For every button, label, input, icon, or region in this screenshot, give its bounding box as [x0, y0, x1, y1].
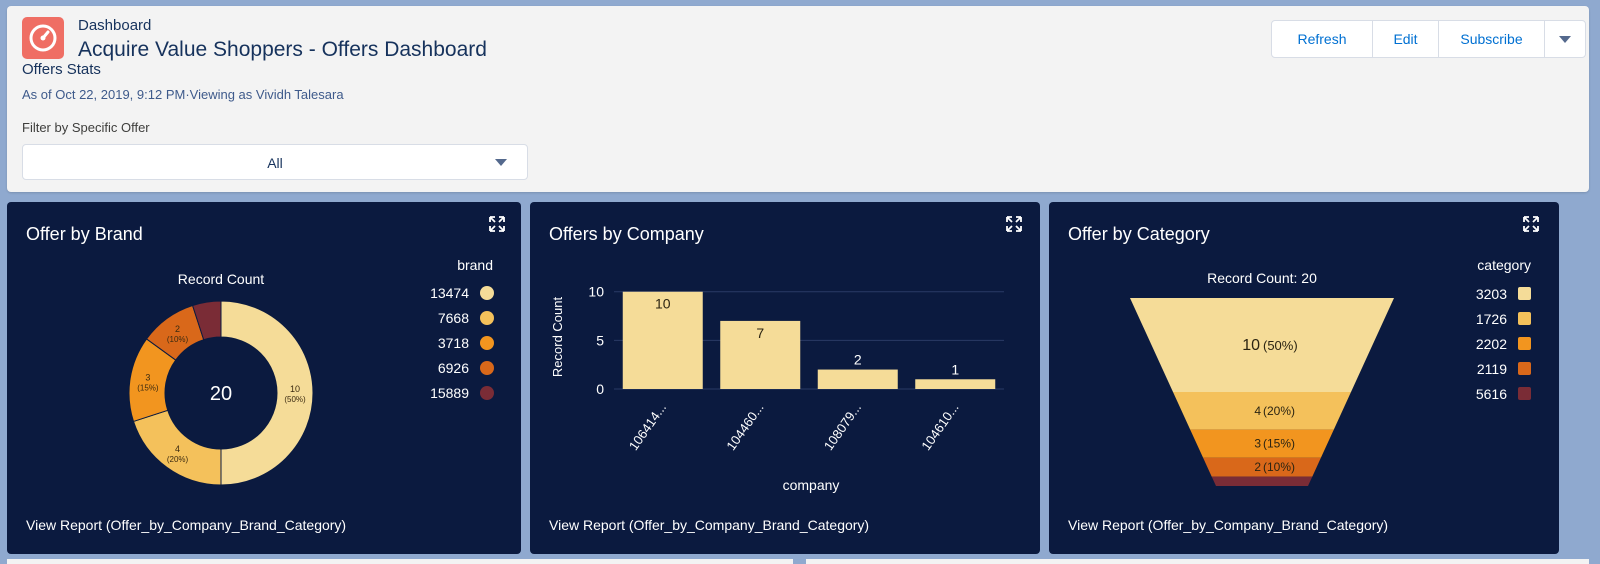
bar-value-label: 7: [756, 325, 764, 341]
legend-swatch: [1518, 312, 1531, 325]
as-of-timestamp: As of Oct 22, 2019, 9:12 PM·Viewing as V…: [22, 87, 344, 102]
funnel-segment: [1190, 429, 1334, 458]
next-row-panel: [806, 559, 1589, 564]
segment-percent-label: (15%): [1263, 437, 1295, 451]
refresh-button[interactable]: Refresh: [1272, 21, 1373, 57]
chevron-down-icon: [1559, 36, 1571, 43]
bar-value-label: 2: [854, 352, 862, 368]
legend-label: 2202: [1476, 336, 1507, 352]
page-type-label: Dashboard: [78, 17, 152, 34]
company-bar-chart: 0 5 10 Record Count 10 106414... 7 104460... 2 10…: [550, 284, 1004, 493]
view-report-link[interactable]: View Report (Offer_by_Company_Brand_Cate…: [26, 517, 346, 533]
x-tick-label: 108079...: [821, 400, 864, 453]
slice-value-label: 4: [175, 444, 180, 454]
offer-by-brand-panel: Offer by Brand Record Count 10 (50%) 4 (20%)…: [7, 202, 521, 554]
dashboard-gauge-icon: [22, 17, 64, 59]
next-row-panel: [7, 559, 793, 564]
funnel-segment: [1203, 457, 1321, 477]
legend-swatch: [480, 336, 494, 350]
legend-swatch: [1518, 287, 1531, 300]
slice-percent-label: (10%): [167, 335, 189, 344]
legend-title: brand: [457, 257, 493, 273]
segment-value-label: 10: [1242, 337, 1260, 354]
funnel-segment: [1130, 298, 1394, 392]
bar: [915, 379, 996, 389]
legend-label: 13474: [430, 285, 469, 301]
header-button-group: Refresh Edit Subscribe: [1271, 20, 1586, 58]
offer-filter-select[interactable]: All: [22, 144, 528, 180]
page-title: Acquire Value Shoppers - Offers Dashboar…: [78, 38, 487, 61]
x-axis-label: company: [783, 477, 840, 493]
y-tick-label: 0: [596, 381, 604, 397]
view-report-link[interactable]: View Report (Offer_by_Company_Brand_Cate…: [1068, 517, 1388, 533]
legend-swatch: [480, 311, 494, 325]
legend-swatch: [480, 361, 494, 375]
x-tick-label: 104610...: [918, 400, 961, 453]
offers-by-company-panel: Offers by Company 0 5 10 Record Count 10 1064…: [530, 202, 1040, 554]
legend-label: 5616: [1476, 386, 1507, 402]
view-report-link[interactable]: View Report (Offer_by_Company_Brand_Cate…: [549, 517, 869, 533]
segment-value-label: 3: [1254, 437, 1261, 451]
funnel-segment: [1173, 392, 1351, 430]
more-actions-button[interactable]: [1545, 21, 1585, 57]
filter-selected-value: All: [267, 155, 283, 171]
slice-value-label: 3: [145, 372, 150, 382]
legend-label: 6926: [438, 360, 469, 376]
legend-label: 15889: [430, 385, 469, 401]
funnel-segment: [1211, 476, 1313, 486]
slice-percent-label: (15%): [137, 383, 159, 392]
bar-value-label: 1: [951, 361, 959, 377]
x-tick-label: 106414...: [626, 400, 669, 453]
bar: [817, 369, 898, 389]
category-funnel-chart: Record Count: 20 10 (50%) 4 (20%) 3 (15%)2 (10%…: [1130, 257, 1531, 486]
segment-percent-label: (50%): [1263, 338, 1298, 353]
legend-label: 3203: [1476, 286, 1507, 302]
offer-by-category-panel: Offer by Category Record Count: 20 10 (50%…: [1049, 202, 1559, 554]
y-axis-label: Record Count: [550, 297, 565, 378]
legend-label: 1726: [1476, 311, 1507, 327]
chart-title: Record Count: [178, 271, 264, 287]
slice-value-label: 2: [175, 324, 180, 334]
x-tick-label: 104460...: [723, 400, 766, 453]
legend-swatch: [1518, 337, 1531, 350]
edit-button[interactable]: Edit: [1373, 21, 1439, 57]
chevron-down-icon: [495, 159, 507, 166]
slice-percent-label: (50%): [284, 395, 306, 404]
bar-value-label: 10: [655, 296, 671, 312]
legend-title: category: [1477, 257, 1531, 273]
segment-percent-label: (10%): [1263, 460, 1295, 474]
donut-center-total: 20: [210, 383, 232, 405]
y-tick-label: 5: [596, 332, 604, 348]
legend-label: 2119: [1477, 361, 1507, 377]
segment-percent-label: (20%): [1263, 404, 1295, 418]
legend-label: 7668: [438, 310, 469, 326]
page-subtitle: Offers Stats: [22, 61, 101, 78]
dashboard-header: Dashboard Acquire Value Shoppers - Offer…: [7, 6, 1589, 192]
legend-swatch: [480, 386, 494, 400]
brand-donut-chart: Record Count 10(50%) 4(20%) 3(15%) 2(10%) 20 b…: [128, 257, 494, 486]
legend-swatch: [1518, 362, 1531, 375]
slice-value-label: 10: [290, 384, 300, 394]
segment-value-label: 4: [1254, 404, 1261, 418]
chart-title: Record Count: 20: [1207, 270, 1317, 286]
filter-label: Filter by Specific Offer: [22, 120, 150, 135]
slice-percent-label: (20%): [167, 455, 189, 464]
segment-value-label: 2: [1254, 460, 1261, 474]
legend-swatch: [480, 286, 494, 300]
subscribe-button[interactable]: Subscribe: [1439, 21, 1545, 57]
y-tick-label: 10: [588, 284, 604, 300]
legend-swatch: [1518, 387, 1531, 400]
legend-label: 3718: [438, 335, 469, 351]
